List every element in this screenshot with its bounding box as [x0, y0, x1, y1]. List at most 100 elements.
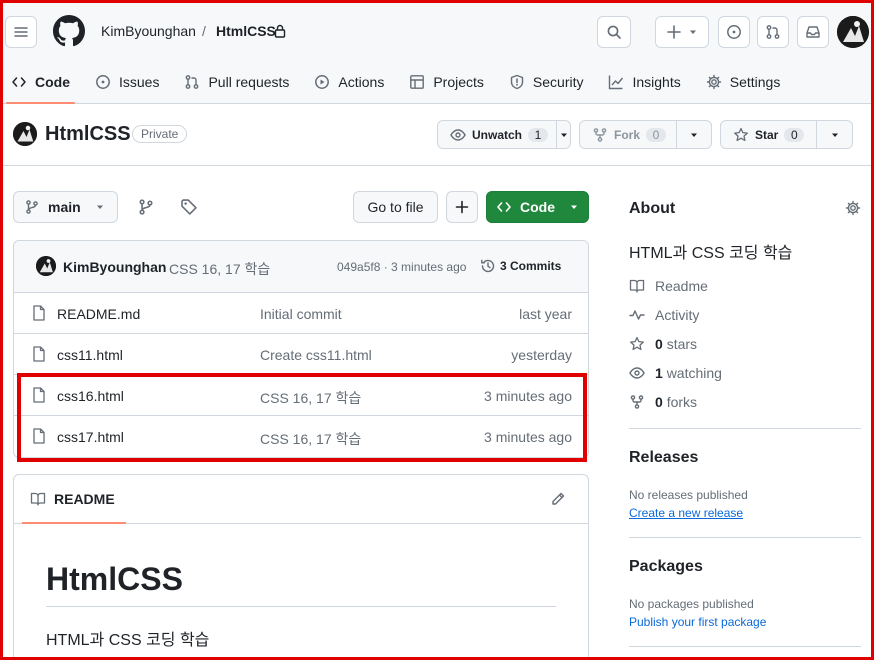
file-commit-time: last year: [519, 306, 572, 322]
create-release-link[interactable]: Create a new release: [629, 506, 743, 520]
file-name[interactable]: css11.html: [57, 347, 123, 363]
gear-icon[interactable]: [845, 200, 861, 216]
triangle-down-icon: [560, 133, 567, 137]
file-table: KimByounghan CSS 16, 17 학습 049a5f8 · 3 m…: [13, 240, 589, 458]
commit-author-avatar[interactable]: [36, 256, 56, 276]
stars-count: 0: [655, 336, 663, 352]
tab-pull-requests[interactable]: Pull requests: [173, 64, 300, 100]
tags-link[interactable]: [180, 198, 198, 216]
github-logo-icon[interactable]: [53, 15, 85, 47]
tab-issues-label: Issues: [119, 74, 160, 90]
plus-icon: [667, 25, 681, 39]
tab-insights[interactable]: Insights: [597, 64, 691, 100]
readme-text: HTML과 CSS 코딩 학습: [46, 632, 210, 649]
tab-security[interactable]: Security: [498, 64, 595, 100]
breadcrumb-owner[interactable]: KimByounghan: [101, 23, 196, 39]
forks-link[interactable]: 0 forks: [629, 394, 697, 410]
add-file-button[interactable]: [446, 191, 478, 223]
global-header: KimByounghan / HtmlCSS Code Issues Pull …: [0, 0, 874, 104]
triangle-down-icon: [690, 30, 696, 34]
breadcrumb-repo[interactable]: HtmlCSS: [216, 23, 276, 39]
file-commit-message[interactable]: Create css11.html: [260, 347, 372, 363]
stars-link[interactable]: 0 stars: [629, 336, 697, 352]
tab-actions[interactable]: Actions: [303, 64, 395, 100]
branch-selector[interactable]: main: [13, 191, 118, 223]
file-row[interactable]: css11.html Create css11.html yesterday: [14, 334, 588, 375]
readme-link[interactable]: Readme: [629, 278, 708, 294]
unwatch-main[interactable]: Unwatch 1: [438, 121, 558, 148]
pull-request-icon: [186, 75, 199, 89]
hamburger-icon: [14, 27, 28, 37]
fork-dropdown[interactable]: [677, 121, 711, 148]
search-button[interactable]: [597, 16, 631, 48]
repo-header: HtmlCSS Private Unwatch 1 Fork 0 Star 0: [0, 104, 874, 166]
star-count: 0: [784, 127, 805, 142]
pencil-icon[interactable]: [550, 491, 566, 507]
issues-button[interactable]: [718, 16, 750, 48]
packages-empty: No packages published: [629, 597, 754, 611]
commit-message[interactable]: CSS 16, 17 학습: [169, 259, 270, 279]
about-description: HTML과 CSS 코딩 학습: [629, 245, 793, 262]
fork-button[interactable]: Fork 0: [579, 120, 712, 149]
plus-icon: [455, 200, 469, 214]
watch-dropdown[interactable]: [557, 121, 570, 148]
shield-icon: [510, 74, 524, 90]
inbox-button[interactable]: [797, 16, 829, 48]
stars-label: stars: [666, 336, 698, 352]
latest-commit-row: KimByounghan CSS 16, 17 학습 049a5f8 · 3 m…: [14, 241, 588, 293]
readme-tab[interactable]: README: [30, 491, 115, 507]
triangle-down-icon: [831, 133, 838, 137]
releases-title[interactable]: Releases: [629, 449, 698, 467]
file-commit-message[interactable]: CSS 16, 17 학습: [260, 388, 361, 408]
user-avatar[interactable]: [837, 16, 869, 48]
commit-meta[interactable]: 049a5f8 · 3 minutes ago: [337, 260, 466, 274]
watching-link[interactable]: 1 watching: [629, 365, 722, 381]
about-title: About: [629, 200, 676, 217]
activity-link[interactable]: Activity: [629, 307, 699, 323]
branches-link[interactable]: [137, 198, 155, 216]
repo-title[interactable]: HtmlCSS: [45, 123, 131, 146]
packages-title[interactable]: Packages: [629, 558, 703, 576]
file-commit-message[interactable]: Initial commit: [260, 306, 342, 322]
code-dropdown-button[interactable]: Code: [486, 191, 589, 223]
file-icon: [33, 428, 45, 444]
triangle-down-icon: [571, 205, 577, 209]
repo-nav-tabs: Code Issues Pull requests Actions Projec…: [0, 64, 794, 104]
file-row[interactable]: css16.html CSS 16, 17 학습 3 minutes ago: [14, 375, 588, 416]
code-icon: [497, 202, 511, 212]
star-button[interactable]: Star 0: [720, 120, 853, 149]
menu-button[interactable]: [5, 16, 37, 48]
file-name[interactable]: css16.html: [57, 388, 124, 404]
go-to-file-button[interactable]: Go to file: [353, 191, 438, 223]
publish-package-link[interactable]: Publish your first package: [629, 615, 766, 629]
commits-link[interactable]: 3 Commits: [480, 258, 561, 274]
pull-requests-button[interactable]: [757, 16, 789, 48]
watching-label: watching: [666, 365, 722, 381]
tab-issues[interactable]: Issues: [84, 64, 170, 100]
tab-security-label: Security: [532, 74, 584, 90]
star-icon: [734, 127, 748, 141]
watch-button[interactable]: Unwatch 1: [437, 120, 571, 149]
inbox-icon: [806, 26, 820, 38]
star-main[interactable]: Star 0: [721, 121, 818, 148]
tab-settings[interactable]: Settings: [695, 64, 792, 100]
fork-main[interactable]: Fork 0: [580, 121, 678, 148]
star-icon: [630, 336, 644, 351]
file-row[interactable]: css17.html CSS 16, 17 학습 3 minutes ago: [14, 416, 588, 457]
repo-owner-avatar[interactable]: [13, 122, 37, 146]
file-row[interactable]: README.md Initial commit last year: [14, 293, 588, 334]
git-pull-request-icon: [766, 25, 780, 39]
tab-projects[interactable]: Projects: [398, 64, 495, 100]
file-name[interactable]: css17.html: [57, 429, 124, 445]
commit-author[interactable]: KimByounghan: [63, 259, 166, 275]
readme-header: README: [14, 475, 588, 524]
history-icon: [481, 259, 495, 273]
file-commit-message[interactable]: CSS 16, 17 학습: [260, 429, 361, 449]
file-name[interactable]: README.md: [57, 306, 140, 322]
eye-icon: [629, 367, 645, 379]
gear-icon: [706, 74, 721, 90]
code-icon: [12, 77, 26, 87]
star-dropdown[interactable]: [817, 121, 852, 148]
tab-code[interactable]: Code: [0, 64, 81, 104]
create-new-button[interactable]: [655, 16, 709, 48]
